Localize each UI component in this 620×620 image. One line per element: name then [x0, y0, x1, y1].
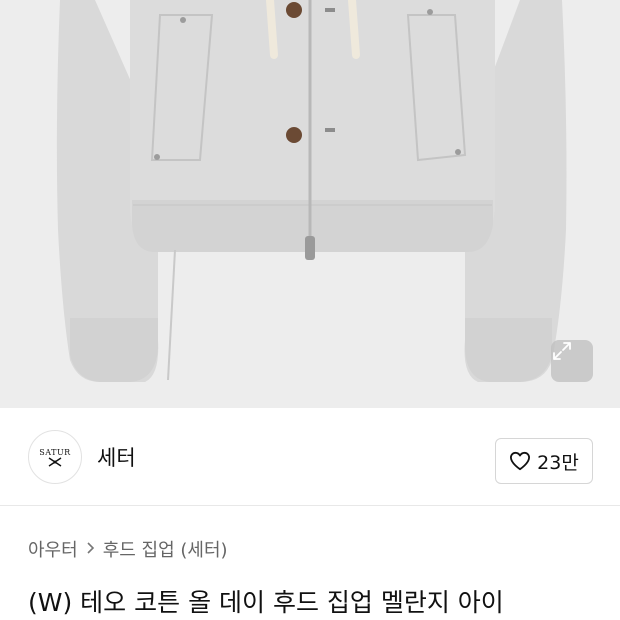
product-image[interactable] — [0, 0, 620, 408]
chevron-right-icon — [86, 539, 95, 560]
brand-row: SATUR 세터 23만 — [0, 408, 620, 506]
breadcrumb-category[interactable]: 아우터 — [28, 536, 78, 562]
brand-logo[interactable]: SATUR — [28, 430, 82, 484]
expand-image-button[interactable] — [551, 340, 593, 382]
expand-icon — [553, 342, 571, 360]
breadcrumb-subcategory[interactable]: 후드 집업 (세터) — [103, 536, 228, 562]
hoodie-illustration — [56, 0, 567, 382]
like-button[interactable]: 23만 — [495, 438, 593, 484]
product-title: (W) 테오 코튼 올 데이 후드 집업 멜란지 아이 — [28, 588, 504, 617]
heart-outline-icon — [510, 451, 531, 471]
brand-logo-emblem-icon — [48, 456, 62, 467]
brand-logo-text: SATUR — [39, 447, 71, 457]
breadcrumb: 아우터 후드 집업 (세터) — [28, 536, 228, 562]
brand-name[interactable]: 세터 — [97, 442, 136, 472]
like-count: 23만 — [537, 451, 579, 474]
